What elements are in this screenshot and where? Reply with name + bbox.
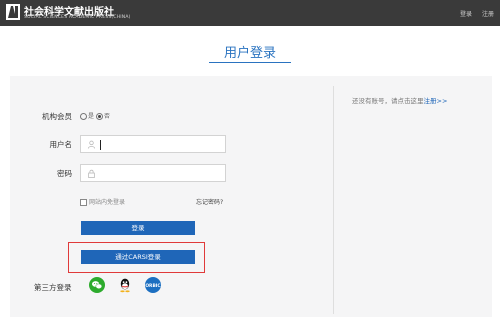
page-title: 用户登录 [223,46,276,61]
register-prompt: 还没有账号，请点击这里注册>> [352,95,447,105]
wechat-icon[interactable] [89,277,105,293]
register-prompt-text: 还没有账号，请点击这里 [352,97,424,105]
register-link[interactable]: 注册>> [424,97,448,105]
qq-icon[interactable] [117,277,133,293]
text-cursor [100,140,101,150]
auto-login-checkbox[interactable] [80,199,87,206]
auto-login-label: 网站内免登录 [89,199,126,206]
password-label: 密码 [57,169,72,178]
publisher-logo-icon [6,4,20,20]
radio-no-label: 否 [103,113,110,120]
header-login-link[interactable]: 登录 [460,11,472,18]
title-underline [209,62,291,63]
username-field[interactable] [80,135,226,153]
login-button[interactable]: 登录 [81,221,195,235]
forgot-password-link[interactable]: 忘记密码? [196,197,223,206]
orcid-icon[interactable]: ORBIC [145,277,161,293]
radio-yes-label: 是 [88,113,95,120]
orcid-icon-text: ORBIC [145,283,160,289]
institution-member-radios: 是 否 [80,111,110,120]
password-field[interactable] [80,164,226,182]
lock-icon [88,169,95,178]
third-party-label: 第三方登录 [34,283,72,292]
radio-no[interactable] [95,113,103,120]
institution-member-label: 机构会员 [42,112,72,121]
auto-login-row: 网站内免登录 [80,197,125,206]
top-bar: 社会科学文献出版社 SOCIAL SCIENCES ACADEMIC PRESS… [0,0,500,26]
header-links: 登录 注册 [452,9,494,18]
username-label: 用户名 [49,140,73,149]
brand-subtitle: SOCIAL SCIENCES ACADEMIC PRESS(CHINA) [24,15,131,20]
header-register-link[interactable]: 注册 [482,11,494,18]
panel-divider [333,86,334,314]
radio-yes[interactable] [80,113,87,120]
carsi-login-button[interactable]: 通过CARSI登录 [81,250,195,264]
user-icon [87,140,96,149]
